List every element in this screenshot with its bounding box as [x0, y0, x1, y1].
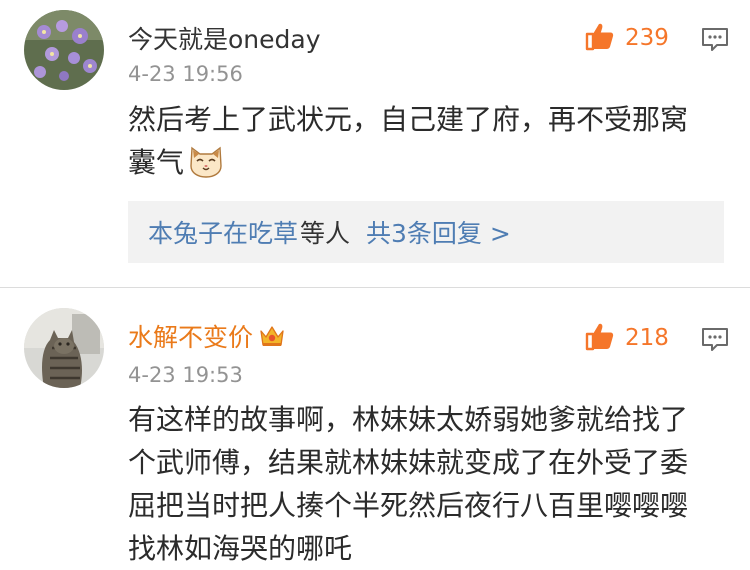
replies-connector: 等人	[300, 219, 351, 248]
like-count: 218	[625, 325, 669, 351]
username[interactable]: 水解不变价	[128, 318, 285, 354]
reply-button[interactable]	[700, 26, 730, 52]
reply-comment-icon	[700, 28, 730, 58]
like-count: 239	[625, 25, 669, 51]
timestamp: 4-23 19:53	[128, 363, 243, 387]
thumbs-up-icon	[585, 321, 615, 355]
username[interactable]: 今天就是oneday	[128, 20, 321, 56]
like-button[interactable]: 239	[585, 18, 669, 58]
timestamp: 4-23 19:56	[128, 62, 243, 86]
comment-1: 今天就是oneday 4-23 19:56 239 然后考上了武状元，自己建了府…	[0, 0, 750, 287]
replies-preview[interactable]: 本兔子在吃草 等人 共3条回复 >	[128, 201, 724, 263]
reply-button[interactable]	[700, 326, 730, 352]
like-button[interactable]: 218	[585, 318, 669, 358]
avatar[interactable]	[24, 308, 104, 388]
crown-badge-icon	[259, 324, 285, 354]
avatar[interactable]	[24, 10, 104, 90]
view-replies-link[interactable]: 共3条回复 >	[366, 214, 511, 250]
username-text[interactable]: 水解不变价	[128, 323, 253, 352]
reply-comment-icon	[700, 328, 730, 358]
thumbs-up-icon	[585, 21, 615, 55]
cat-face-emoji-icon	[188, 144, 224, 190]
comment-text: 有这样的故事啊，林妹妹太娇弱她爹就给找了个武师傅，结果就林妹妹就变成了在外受了委…	[128, 403, 689, 565]
comment-text: 然后考上了武状元，自己建了府，再不受那窝囊气	[128, 98, 708, 190]
replier-name[interactable]: 本兔子在吃草	[148, 214, 298, 250]
comment-2: 水解不变价 4-23 19:53 218 有这样的故事啊，林妹妹太娇弱她爹就给找…	[0, 288, 750, 570]
